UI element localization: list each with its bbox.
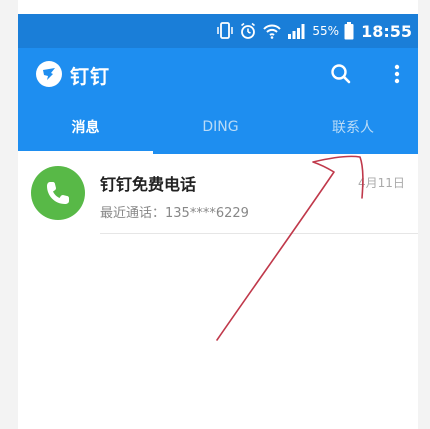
signal-icon bbox=[287, 23, 307, 39]
avatar bbox=[31, 166, 85, 220]
app-bar: 钉钉 bbox=[18, 48, 418, 100]
dingtalk-logo-icon bbox=[36, 61, 62, 87]
battery-percent: 55% bbox=[312, 24, 340, 38]
app-title: 钉钉 bbox=[70, 66, 111, 88]
row-divider bbox=[100, 233, 418, 234]
tab-contacts[interactable]: 联系人 bbox=[288, 100, 418, 154]
list-item[interactable]: 钉钉免费电话 最近通话：135****6229 4月11日 bbox=[18, 154, 418, 234]
status-bar: 55% 18:55 bbox=[18, 14, 418, 48]
tab-messages[interactable]: 消息 bbox=[18, 100, 153, 154]
tab-bar: 消息 DING 联系人 bbox=[18, 100, 418, 154]
status-icons: 55% 18:55 bbox=[216, 14, 418, 48]
conversation-title: 钉钉免费电话 bbox=[100, 175, 197, 194]
frame-edge-left bbox=[0, 0, 18, 429]
alarm-icon bbox=[239, 21, 257, 41]
wifi-icon bbox=[262, 23, 282, 39]
frame-edge-right bbox=[418, 0, 430, 429]
tab-ding[interactable]: DING bbox=[153, 100, 288, 154]
phone-vibrate-icon bbox=[216, 21, 234, 41]
phone-icon bbox=[47, 182, 69, 204]
status-time: 18:55 bbox=[361, 21, 412, 41]
search-icon[interactable] bbox=[328, 61, 354, 87]
conversation-subtitle: 最近通话：135****6229 bbox=[100, 206, 249, 221]
app-screen: 55% 18:55 钉钉 消息 DING 联系人 钉钉免费电话 最近通话：135… bbox=[18, 14, 418, 429]
battery-icon bbox=[344, 22, 354, 40]
conversation-time: 4月11日 bbox=[358, 176, 405, 190]
more-vertical-icon[interactable] bbox=[390, 61, 404, 87]
